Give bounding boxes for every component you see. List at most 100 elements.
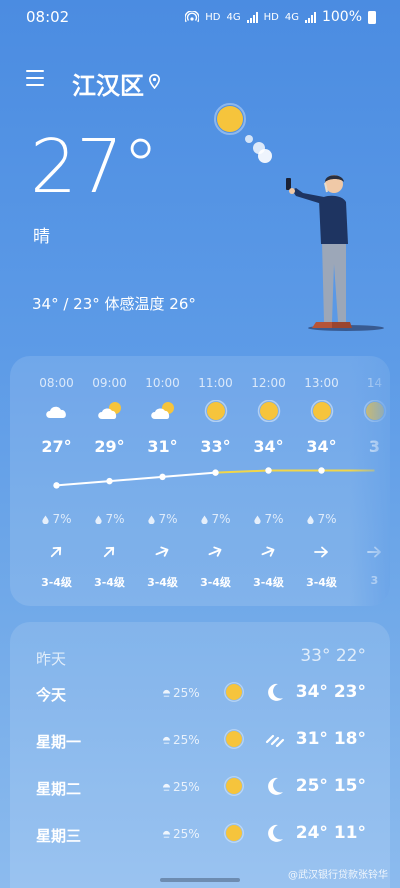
rain-chance-icon — [162, 783, 171, 791]
daily-row[interactable]: 星期三 25% 24° 11° — [10, 819, 390, 851]
current-condition: 晴 — [33, 227, 50, 247]
raindrop-icon — [201, 515, 209, 524]
watermark: @武汉银行贷款张铃华 — [288, 870, 388, 881]
hour-precipitation: 7% — [295, 512, 348, 526]
home-indicator[interactable] — [160, 878, 240, 882]
temperature-range: 34° / 23° 体感温度 26° — [32, 295, 196, 313]
sun-icon — [224, 776, 244, 796]
hour-wind-level: 3-4级 — [253, 576, 284, 589]
day-precipitation: 25% — [162, 733, 200, 747]
hour-temperature: 33° — [200, 437, 231, 456]
daily-forecast-card[interactable]: 昨天 33° 22° 今天 25% 34° 23° 星期一 25% 31° 18° 星期二 25%… — [10, 622, 390, 888]
hour-temperature: 34° — [306, 437, 337, 456]
signal-label-1: HD — [205, 11, 221, 23]
hour-time: 11:00 — [198, 376, 233, 390]
location-title[interactable]: 江汉区 — [72, 66, 144, 101]
wind-direction-arrow-icon — [207, 544, 223, 560]
daily-row[interactable]: 昨天 33° 22° — [10, 642, 390, 674]
daily-row[interactable]: 星期一 25% 31° 18° — [10, 725, 390, 757]
day-name: 昨天 — [36, 650, 67, 668]
scroll-fade — [350, 356, 390, 606]
daily-row[interactable]: 星期二 25% 25° 15° — [10, 772, 390, 804]
rain-chance-icon — [162, 830, 171, 838]
raindrop-icon — [95, 515, 103, 524]
current-temperature: 27° — [30, 124, 159, 210]
battery-icon — [368, 10, 376, 24]
day-temperature-range: 33° 22° — [300, 646, 366, 666]
sun-icon — [224, 729, 244, 749]
sun-icon — [309, 399, 335, 423]
hotspot-icon — [185, 11, 200, 23]
hour-precipitation: 7% — [30, 512, 83, 526]
day-temperature-range: 24° 11° — [295, 823, 366, 843]
hour-wind-level: 3-4级 — [94, 576, 125, 589]
partly-sunny-icon — [97, 400, 123, 422]
hourly-item: 13:00 34° 7% 3-4级 — [295, 356, 348, 606]
hour-time: 08:00 — [39, 376, 74, 390]
wind-direction-arrow-icon — [313, 544, 329, 560]
hour-time: 09:00 — [92, 376, 127, 390]
hourly-item: 09:00 29° 7% 3-4级 — [83, 356, 136, 606]
sun-icon — [224, 823, 244, 843]
hourly-item: 11:00 33° 7% 3-4级 — [189, 356, 242, 606]
wind-direction-arrow-icon — [154, 544, 170, 560]
signal-bars-icon — [304, 11, 316, 23]
hour-wind-level: 3-4级 — [200, 576, 231, 589]
raindrop-icon — [42, 515, 50, 524]
rain-chance-icon — [162, 736, 171, 744]
raindrop-icon — [148, 515, 156, 524]
signal-label-3: HD — [263, 11, 279, 23]
day-precipitation: 25% — [162, 686, 200, 700]
status-bar: 08:02 HD 4G HD 4G 100% — [0, 0, 400, 34]
hour-precipitation: 7% — [242, 512, 295, 526]
person-photographing-sun-illustration — [214, 103, 384, 331]
raindrop-icon — [307, 515, 315, 524]
day-name: 今天 — [36, 686, 67, 704]
wind-direction-arrow-icon — [48, 544, 64, 560]
hour-precipitation: 7% — [83, 512, 136, 526]
hour-wind-level: 3-4级 — [41, 576, 72, 589]
signal-label-4: 4G — [284, 11, 299, 23]
sun-icon — [203, 399, 229, 423]
day-name: 星期一 — [36, 733, 82, 751]
moon-icon — [264, 681, 286, 703]
partly-sunny-icon — [150, 400, 176, 422]
wind-direction-arrow-icon — [101, 544, 117, 560]
header: 江汉区 — [0, 66, 400, 100]
hourly-item: 12:00 34° 7% 3-4级 — [242, 356, 295, 606]
hourly-item: 08:00 27° 7% 3-4级 — [30, 356, 83, 606]
day-name: 星期三 — [36, 827, 82, 845]
location-pin-icon — [149, 74, 160, 89]
status-time: 08:02 — [26, 8, 70, 26]
signal-bars-icon — [246, 11, 258, 23]
illustration-sun — [217, 106, 243, 132]
day-name: 星期二 — [36, 780, 82, 798]
status-icons: HD 4G HD 4G 100% — [185, 9, 376, 25]
moon-icon — [264, 775, 286, 797]
hour-wind-level: 3-4级 — [147, 576, 178, 589]
day-temperature-range: 31° 18° — [295, 729, 366, 749]
daily-row[interactable]: 今天 25% 34° 23° — [10, 678, 390, 710]
day-temperature-range: 25° 15° — [295, 776, 366, 796]
hourly-forecast-card[interactable]: 08:00 27° 7% 3-4级 09:00 29° 7% 3-4级 10:00 31° 7% 3-… — [10, 356, 390, 606]
battery-percent: 100% — [321, 9, 362, 25]
hour-temperature: 27° — [41, 437, 72, 456]
partly-cloudy-icon — [44, 400, 70, 422]
hour-time: 10:00 — [145, 376, 180, 390]
hour-time: 12:00 — [251, 376, 286, 390]
hour-wind-level: 3-4级 — [306, 576, 337, 589]
menu-icon[interactable] — [26, 70, 46, 90]
day-precipitation: 25% — [162, 780, 200, 794]
hour-temperature: 29° — [94, 437, 125, 456]
rain-chance-icon — [162, 689, 171, 697]
sun-icon — [256, 399, 282, 423]
hour-precipitation: 7% — [136, 512, 189, 526]
sun-icon — [224, 682, 244, 702]
moon-icon — [264, 822, 286, 844]
hour-precipitation: 7% — [189, 512, 242, 526]
signal-label-2: 4G — [226, 11, 241, 23]
hour-time: 13:00 — [304, 376, 339, 390]
hourly-item: 10:00 31° 7% 3-4级 — [136, 356, 189, 606]
wind-icon — [264, 728, 286, 750]
raindrop-icon — [254, 515, 262, 524]
